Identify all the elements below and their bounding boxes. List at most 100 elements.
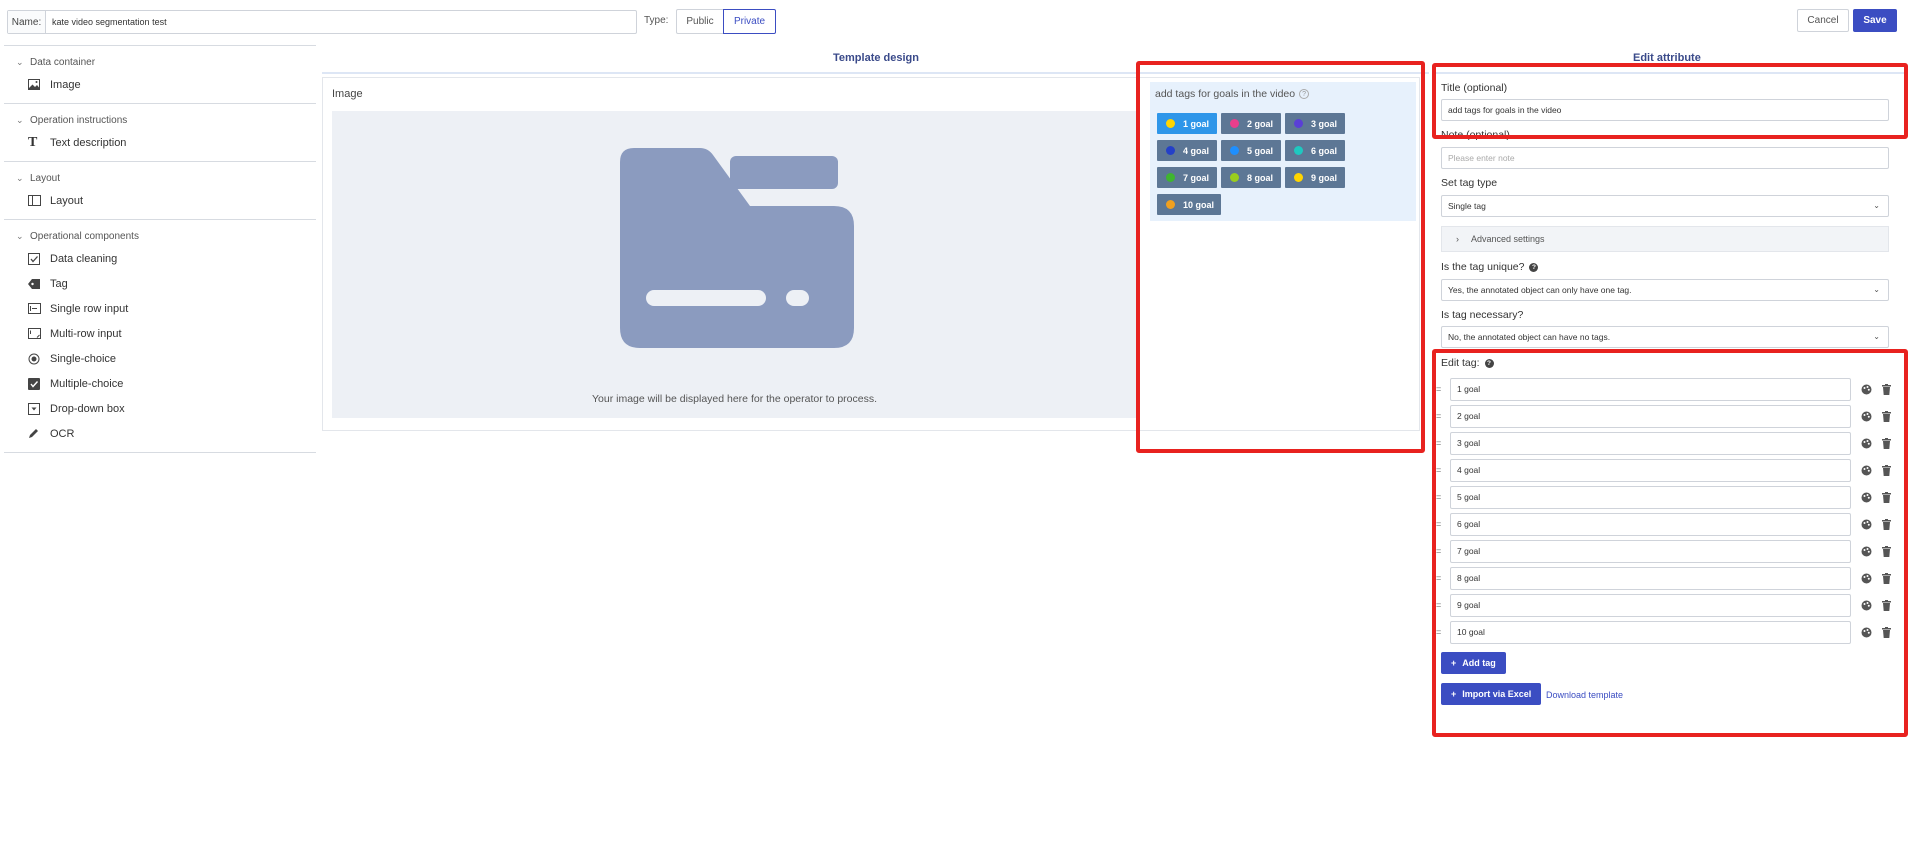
necessary-label: Is tag necessary? <box>1441 309 1524 321</box>
drag-handle-icon[interactable]: = <box>1436 384 1450 394</box>
sidebar-section-operation-instructions: ⌄ Operation instructions T Text descripti… <box>4 110 316 162</box>
pen-icon <box>28 427 50 441</box>
name-field[interactable]: Name: <box>7 10 637 34</box>
tag-name-input[interactable]: 4 goal <box>1450 458 1851 482</box>
color-picker-icon[interactable] <box>1859 409 1873 423</box>
sidebar-item-multiple-choice[interactable]: Multiple-choice <box>4 371 316 396</box>
sidebar-item-single-choice[interactable]: Single-choice <box>4 346 316 371</box>
tag-color-dot <box>1230 119 1239 128</box>
trash-icon[interactable] <box>1879 490 1893 504</box>
name-input[interactable] <box>46 11 636 33</box>
sidebar-item-text-description[interactable]: T Text description <box>4 130 316 155</box>
color-picker-icon[interactable] <box>1859 490 1873 504</box>
color-picker-icon[interactable] <box>1859 463 1873 477</box>
sidebar-item-multi-row-input[interactable]: Multi-row input <box>4 321 316 346</box>
sidebar-item-tag[interactable]: Tag <box>4 271 316 296</box>
tag-chip[interactable]: 2 goal <box>1221 113 1281 134</box>
tag-name-input[interactable]: 7 goal <box>1450 539 1851 563</box>
tag-row: = 7 goal <box>1436 539 1896 563</box>
sidebar-item-image[interactable]: Image <box>4 72 316 97</box>
sidebar-section-header[interactable]: ⌄ Layout <box>4 168 316 188</box>
trash-icon[interactable] <box>1879 598 1893 612</box>
tag-chip[interactable]: 7 goal <box>1157 167 1217 188</box>
trash-icon[interactable] <box>1879 517 1893 531</box>
drag-handle-icon[interactable]: = <box>1436 546 1450 556</box>
download-template-link[interactable]: Download template <box>1546 690 1623 700</box>
tag-name-input[interactable]: 2 goal <box>1450 404 1851 428</box>
tag-type-select[interactable]: Single tag ⌄ <box>1441 195 1889 217</box>
trash-icon[interactable] <box>1879 436 1893 450</box>
trash-icon[interactable] <box>1879 409 1893 423</box>
color-picker-icon[interactable] <box>1859 571 1873 585</box>
sidebar-section-header[interactable]: ⌄ Operation instructions <box>4 110 316 130</box>
trash-icon[interactable] <box>1879 544 1893 558</box>
tag-type-label: Set tag type <box>1441 177 1498 189</box>
sidebar-item-layout[interactable]: Layout <box>4 188 316 213</box>
color-picker-icon[interactable] <box>1859 436 1873 450</box>
trash-icon[interactable] <box>1879 571 1893 585</box>
save-button[interactable]: Save <box>1853 9 1897 32</box>
unique-select[interactable]: Yes, the annotated object can only have … <box>1441 279 1889 301</box>
sidebar-section-header[interactable]: ⌄ Operational components <box>4 226 316 246</box>
add-tag-button[interactable]: + Add tag <box>1441 652 1506 674</box>
chevron-down-icon: ⌄ <box>16 56 24 67</box>
tag-chip[interactable]: 5 goal <box>1221 140 1281 161</box>
sidebar-item-ocr[interactable]: OCR <box>4 421 316 446</box>
layout-icon <box>28 194 50 208</box>
color-picker-icon[interactable] <box>1859 598 1873 612</box>
help-icon[interactable]: ? <box>1299 89 1310 99</box>
drag-handle-icon[interactable]: = <box>1436 465 1450 475</box>
color-picker-icon[interactable] <box>1859 517 1873 531</box>
image-component-label: Image <box>332 88 363 100</box>
tag-name-input[interactable]: 9 goal <box>1450 593 1851 617</box>
sidebar-item-drop-down-box[interactable]: Drop-down box <box>4 396 316 421</box>
advanced-settings-toggle[interactable]: › Advanced settings <box>1441 226 1889 252</box>
tag-row: = 5 goal <box>1436 485 1896 509</box>
drag-handle-icon[interactable]: = <box>1436 519 1450 529</box>
cancel-button[interactable]: Cancel <box>1797 9 1849 32</box>
color-picker-icon[interactable] <box>1859 382 1873 396</box>
drag-handle-icon[interactable]: = <box>1436 438 1450 448</box>
tag-chip[interactable]: 6 goal <box>1285 140 1345 161</box>
drag-handle-icon[interactable]: = <box>1436 411 1450 421</box>
tag-name-input[interactable]: 8 goal <box>1450 566 1851 590</box>
tag-name-input[interactable]: 3 goal <box>1450 431 1851 455</box>
type-public-button[interactable]: Public <box>676 9 724 34</box>
divider <box>1432 72 1908 74</box>
drag-handle-icon[interactable]: = <box>1436 600 1450 610</box>
trash-icon[interactable] <box>1879 625 1893 639</box>
import-excel-button[interactable]: + Import via Excel <box>1441 683 1542 705</box>
sidebar-section-header[interactable]: ⌄ Data container <box>4 52 316 72</box>
tag-name-input[interactable]: 6 goal <box>1450 512 1851 536</box>
note-input[interactable]: Please enter note <box>1441 147 1889 169</box>
sidebar-item-single-row-input[interactable]: Single row input <box>4 296 316 321</box>
tag-chip[interactable]: 1 goal <box>1157 113 1217 134</box>
tag-name-input[interactable]: 1 goal <box>1450 377 1851 401</box>
drag-handle-icon[interactable]: = <box>1436 492 1450 502</box>
divider <box>322 72 1429 74</box>
trash-icon[interactable] <box>1879 463 1893 477</box>
tag-name-input[interactable]: 10 goal <box>1450 620 1851 644</box>
tag-chip[interactable]: 9 goal <box>1285 167 1345 188</box>
color-picker-icon[interactable] <box>1859 544 1873 558</box>
tag-color-dot <box>1294 173 1303 182</box>
image-placeholder[interactable] <box>332 111 1137 418</box>
tag-chip[interactable]: 8 goal <box>1221 167 1281 188</box>
color-picker-icon[interactable] <box>1859 625 1873 639</box>
drag-handle-icon[interactable]: = <box>1436 573 1450 583</box>
trash-icon[interactable] <box>1879 382 1893 396</box>
tag-row: = 6 goal <box>1436 512 1896 536</box>
tag-chip[interactable]: 10 goal <box>1157 194 1221 215</box>
title-label: Title (optional) <box>1441 82 1508 94</box>
help-icon[interactable]: ? <box>1484 358 1494 368</box>
tag-chip[interactable]: 4 goal <box>1157 140 1217 161</box>
chevron-right-icon: › <box>1456 234 1459 244</box>
type-private-button[interactable]: Private <box>723 9 776 34</box>
drag-handle-icon[interactable]: = <box>1436 627 1450 637</box>
sidebar-item-data-cleaning[interactable]: Data cleaning <box>4 246 316 271</box>
tag-chip[interactable]: 3 goal <box>1285 113 1345 134</box>
tag-name-input[interactable]: 5 goal <box>1450 485 1851 509</box>
title-input[interactable]: add tags for goals in the video <box>1441 99 1889 121</box>
help-icon[interactable]: ? <box>1529 262 1539 272</box>
necessary-select[interactable]: No, the annotated object can have no tag… <box>1441 326 1889 348</box>
